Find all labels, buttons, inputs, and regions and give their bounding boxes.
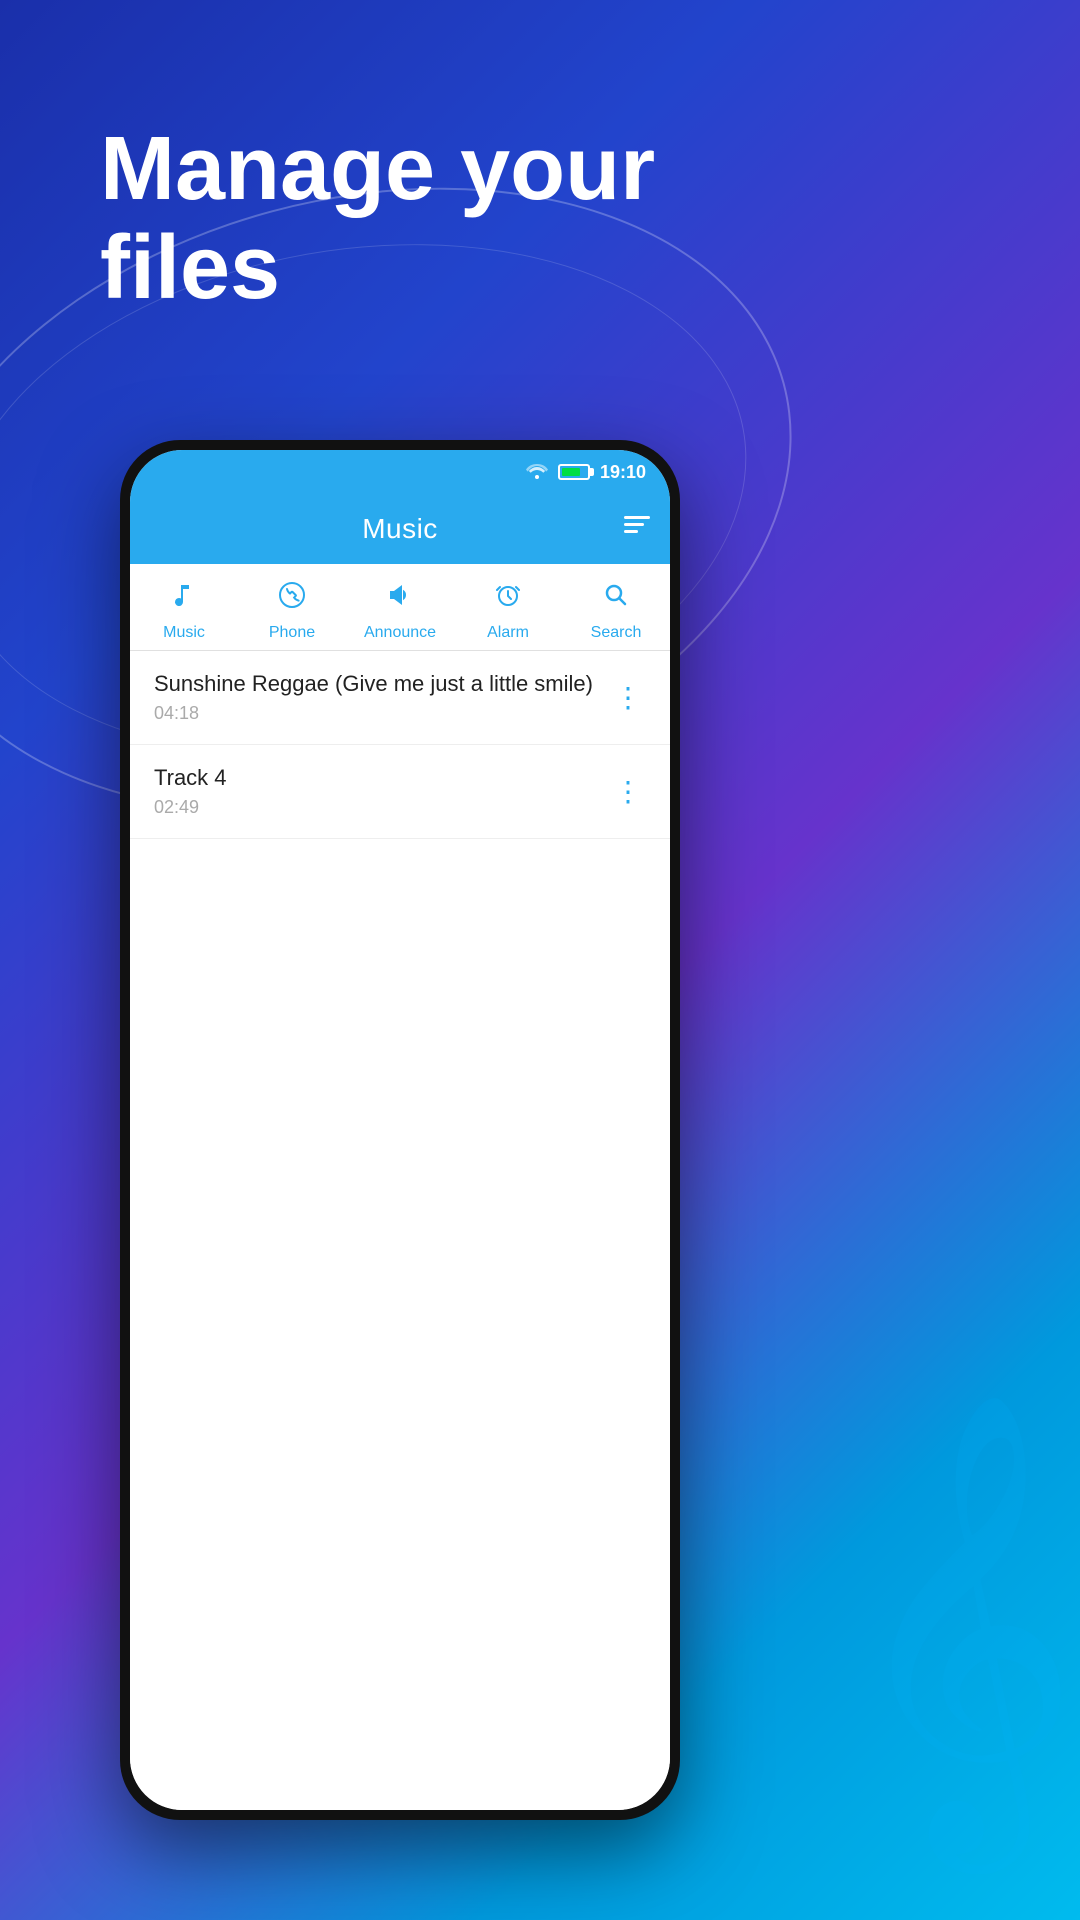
tab-announce-label: Announce <box>364 624 436 642</box>
phone-icon <box>277 580 307 618</box>
tab-phone[interactable]: Phone <box>238 580 346 642</box>
track-item-2[interactable]: Track 4 02:49 ⋮ <box>130 745 670 839</box>
track-duration-1: 04:18 <box>154 703 610 724</box>
tab-alarm-label: Alarm <box>487 624 529 642</box>
alarm-icon <box>493 580 523 618</box>
tab-search-label: Search <box>591 624 642 642</box>
track-more-1[interactable]: ⋮ <box>610 681 646 714</box>
announce-icon <box>385 580 415 618</box>
tab-announce[interactable]: Announce <box>346 580 454 642</box>
tab-phone-label: Phone <box>269 624 315 642</box>
wifi-icon <box>526 461 548 484</box>
track-info-2: Track 4 02:49 <box>154 765 610 818</box>
battery-status <box>558 464 590 480</box>
app-title: Music <box>362 513 438 545</box>
tab-search[interactable]: Search <box>562 580 670 642</box>
track-title-1: Sunshine Reggae (Give me just a little s… <box>154 671 610 697</box>
headline-line1: Manage your <box>100 120 655 219</box>
phone-screen: 19:10 Music Music <box>130 450 670 1810</box>
bg-treble-clef: 𝄞 <box>844 1420 1080 1820</box>
music-icon <box>169 580 199 618</box>
track-info-1: Sunshine Reggae (Give me just a little s… <box>154 671 610 724</box>
headline-line2: files <box>100 219 655 318</box>
status-bar: 19:10 <box>130 450 670 494</box>
status-time: 19:10 <box>600 462 646 483</box>
tab-music-label: Music <box>163 624 205 642</box>
track-more-2[interactable]: ⋮ <box>610 775 646 808</box>
phone-mockup: 19:10 Music Music <box>120 440 680 1820</box>
music-list: Sunshine Reggae (Give me just a little s… <box>130 651 670 1810</box>
track-title-2: Track 4 <box>154 765 610 791</box>
tab-alarm[interactable]: Alarm <box>454 580 562 642</box>
track-item-1[interactable]: Sunshine Reggae (Give me just a little s… <box>130 651 670 745</box>
battery-fill <box>562 468 580 476</box>
sort-icon[interactable] <box>624 514 650 545</box>
search-icon <box>601 580 631 618</box>
category-tabs: Music Phone Announce <box>130 564 670 651</box>
headline: Manage your files <box>100 120 655 318</box>
battery-icon <box>558 464 590 480</box>
track-duration-2: 02:49 <box>154 797 610 818</box>
tab-music[interactable]: Music <box>130 580 238 642</box>
app-header: Music <box>130 494 670 564</box>
